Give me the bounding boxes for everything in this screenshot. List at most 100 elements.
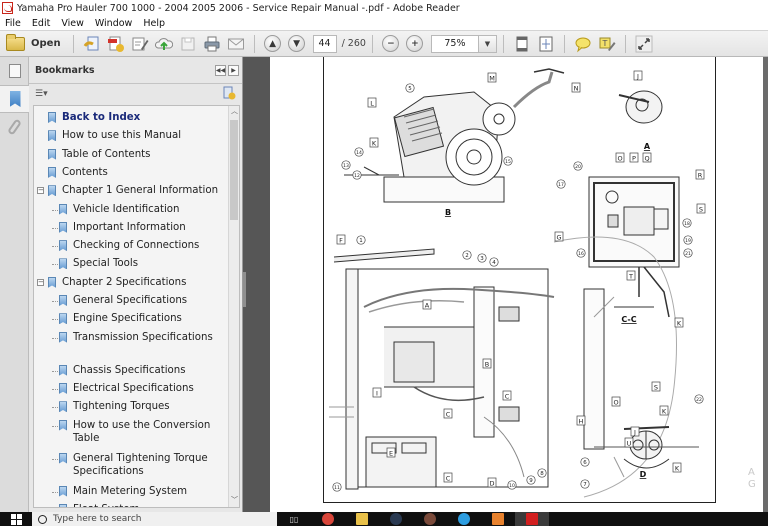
menu-view[interactable]: View — [56, 18, 90, 29]
taskbar-app-steam[interactable] — [379, 512, 413, 526]
bookmark-icon — [59, 452, 67, 464]
bookmarks-title: Bookmarks — [35, 64, 95, 76]
vertical-scrollbar[interactable] — [763, 57, 768, 512]
bookmark-icon — [59, 503, 67, 507]
highlight-icon[interactable]: T — [597, 34, 617, 54]
start-button[interactable] — [0, 512, 32, 526]
scroll-down-icon[interactable]: ﹀ — [229, 495, 239, 507]
taskbar-search[interactable]: Type here to search — [32, 512, 277, 526]
bookmark-item[interactable]: Float System — [34, 503, 224, 507]
paperclip-icon — [7, 118, 22, 136]
bookmark-item[interactable]: Tightening Torques — [34, 400, 224, 413]
bookmark-item[interactable]: Chassis Specifications — [34, 364, 224, 377]
letter-callout: U — [627, 440, 632, 448]
bookmark-label: Electrical Specifications — [73, 382, 194, 394]
open-button[interactable]: Open — [0, 33, 67, 55]
scroll-up-icon[interactable]: ︿ — [229, 106, 239, 118]
panel-splitter[interactable] — [242, 57, 270, 512]
taskbar-app-app-brown[interactable] — [413, 512, 447, 526]
number-callout: 17 — [558, 182, 564, 188]
bookmark-item[interactable]: Engine Specifications — [34, 312, 224, 325]
bookmark-item[interactable]: Important Information — [34, 221, 224, 234]
bookmark-item[interactable]: How to use this Manual — [34, 129, 224, 142]
page-number-input[interactable]: 44 — [312, 34, 337, 53]
taskbar-app-chrome[interactable] — [311, 512, 345, 526]
menu-help[interactable]: Help — [138, 18, 171, 29]
taskbar-app-file-explorer[interactable] — [345, 512, 379, 526]
fit-width-icon[interactable] — [536, 34, 556, 54]
taskbar-app-edge[interactable] — [447, 512, 481, 526]
bookmark-item[interactable]: General Tightening Torque Specifications — [34, 452, 224, 478]
bookmark-item[interactable]: General Specifications — [34, 294, 224, 307]
watermark-line: G — [748, 479, 756, 490]
bookmark-item[interactable]: Vehicle Identification — [34, 203, 224, 216]
save-icon[interactable] — [178, 34, 198, 54]
attachments-tab[interactable] — [0, 113, 29, 141]
number-callout: 16 — [578, 251, 584, 257]
bookmark-item[interactable]: How to use the Conversion Table — [34, 419, 224, 445]
toolbar-divider — [72, 34, 74, 53]
previous-page-icon[interactable]: ▲ — [263, 34, 283, 54]
zoom-level-input[interactable]: 75% — [430, 34, 479, 53]
bookmark-tree: ︿ ﹀ Back to Index How to use this Manual T… — [33, 105, 240, 508]
comment-icon[interactable] — [573, 34, 593, 54]
bookmark-icon — [48, 148, 56, 160]
zoom-dropdown-button[interactable]: ▼ — [478, 34, 497, 53]
bookmarks-tab[interactable] — [0, 85, 30, 113]
cloud-upload-icon[interactable] — [154, 34, 174, 54]
bookmark-label: Table of Contents — [62, 148, 151, 160]
expand-panel-button[interactable]: ▶ — [228, 65, 239, 76]
letter-callout: J — [633, 429, 636, 437]
menu-edit[interactable]: Edit — [27, 18, 56, 29]
zoom-in-icon[interactable]: + — [405, 34, 425, 54]
number-callout: 6 — [583, 460, 587, 466]
fullscreen-icon[interactable] — [634, 34, 654, 54]
menu-file[interactable]: File — [0, 18, 27, 29]
zoom-out-icon[interactable]: − — [381, 34, 401, 54]
bookmark-item[interactable]: − Chapter 2 Specifications — [34, 276, 224, 289]
collapse-toggle-icon[interactable]: − — [37, 187, 44, 195]
bookmark-label: Contents — [62, 166, 108, 178]
letter-callout: S — [699, 206, 703, 214]
new-bookmark-icon[interactable] — [222, 85, 236, 104]
bookmark-item[interactable]: Electrical Specifications — [34, 382, 224, 395]
page-thumbnails-tab[interactable] — [0, 57, 29, 85]
engine-view-b — [344, 68, 565, 203]
number-callout: 3 — [480, 256, 484, 262]
bookmark-item[interactable]: Back to Index — [34, 111, 224, 124]
document-view[interactable]: L K M N J O P Q R S T K F G A B C I E D H C C O J S K U K 1 2 3 4 5 6 7 8 9 10… — [270, 57, 763, 512]
bookmark-item[interactable]: Contents — [34, 166, 224, 179]
bookmarks-header: Bookmarks ◀◀ ▶ — [29, 57, 242, 84]
bookmark-item[interactable]: Main Metering System — [34, 485, 224, 498]
bookmark-label: Main Metering System — [73, 485, 188, 497]
bookmark-item[interactable]: − Chapter 1 General Information — [34, 184, 224, 197]
options-menu-icon[interactable]: ☰▾ — [35, 89, 48, 99]
email-icon[interactable] — [226, 34, 246, 54]
letter-callout: E — [389, 450, 393, 458]
letter-callout: K — [372, 140, 377, 148]
menu-window[interactable]: Window — [90, 18, 138, 29]
number-callout: 11 — [334, 485, 340, 491]
number-callout: 15 — [505, 159, 511, 165]
export-pdf-icon[interactable] — [106, 34, 126, 54]
collapse-panel-button[interactable]: ◀◀ — [215, 65, 226, 76]
bookmark-item[interactable]: Checking of Connections — [34, 239, 224, 252]
next-page-icon[interactable]: ▼ — [287, 34, 307, 54]
bookmark-item[interactable]: Table of Contents — [34, 148, 224, 161]
create-pdf-icon[interactable] — [82, 34, 102, 54]
collapse-toggle-icon[interactable]: − — [37, 278, 44, 286]
task-view-button[interactable]: ▯▯ — [277, 512, 311, 526]
fit-page-icon[interactable] — [512, 34, 532, 54]
number-callout: 5 — [408, 86, 412, 92]
taskbar-app-adobe-reader[interactable] — [515, 512, 549, 526]
bookmark-item[interactable]: Special Tools — [34, 257, 224, 270]
number-callout: 13 — [343, 163, 349, 169]
taskbar-app-app-orange[interactable] — [481, 512, 515, 526]
bookmark-icon — [59, 331, 67, 343]
bookmark-item[interactable]: Transmission Specifications — [34, 331, 224, 344]
print-icon[interactable] — [202, 34, 222, 54]
scrollbar-thumb[interactable] — [230, 120, 238, 220]
edit-icon[interactable] — [130, 34, 150, 54]
bookmarks-scrollbar[interactable]: ︿ ﹀ — [228, 106, 239, 507]
splitter-handle[interactable] — [243, 272, 246, 307]
